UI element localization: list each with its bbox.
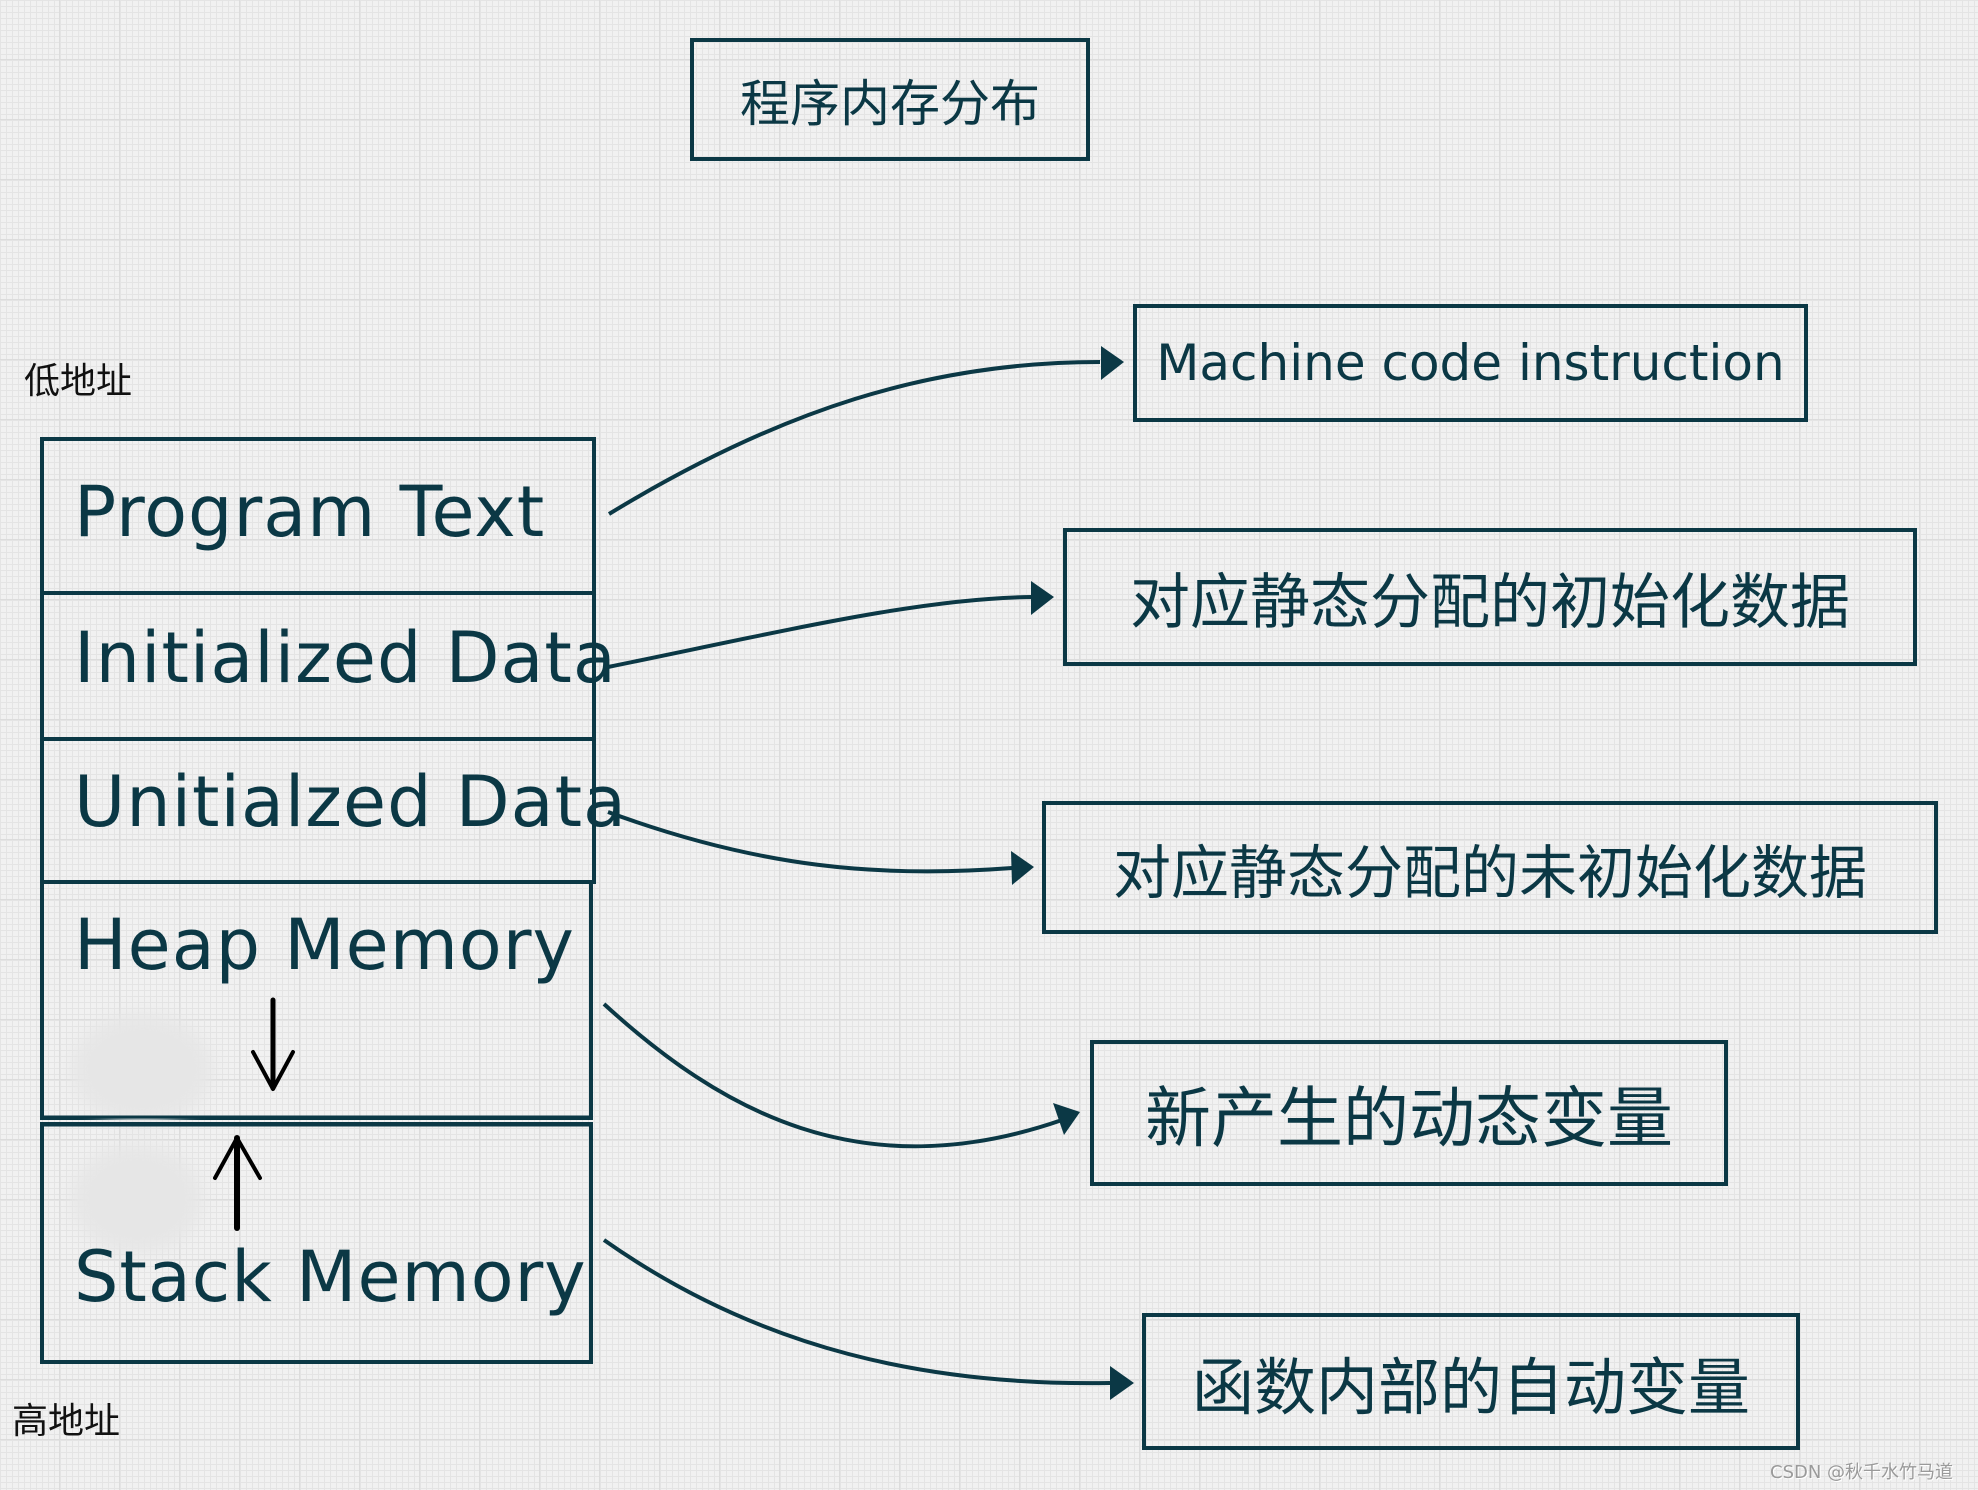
connector-arrow-program-text (607, 360, 1101, 516)
arrow-up-icon (213, 1135, 262, 1231)
arrowhead-icon (1110, 1366, 1134, 1400)
arrowhead-icon (1053, 1103, 1080, 1135)
arrow-down-icon (251, 997, 295, 1091)
connector-arrow-uninitialized-data (607, 810, 1013, 874)
connector-arrow-stack (602, 1238, 1111, 1386)
watermark: CSDN @秋千水竹马道 (1770, 1462, 1954, 1483)
connector-arrow-initialized-data (607, 595, 1033, 669)
connector-layer (42, 346, 1134, 1400)
connector-arrow-heap (602, 1002, 1063, 1149)
arrowhead-icon (1011, 851, 1034, 885)
arrowhead-icon (1031, 581, 1054, 615)
arrowhead-icon (1101, 346, 1124, 380)
